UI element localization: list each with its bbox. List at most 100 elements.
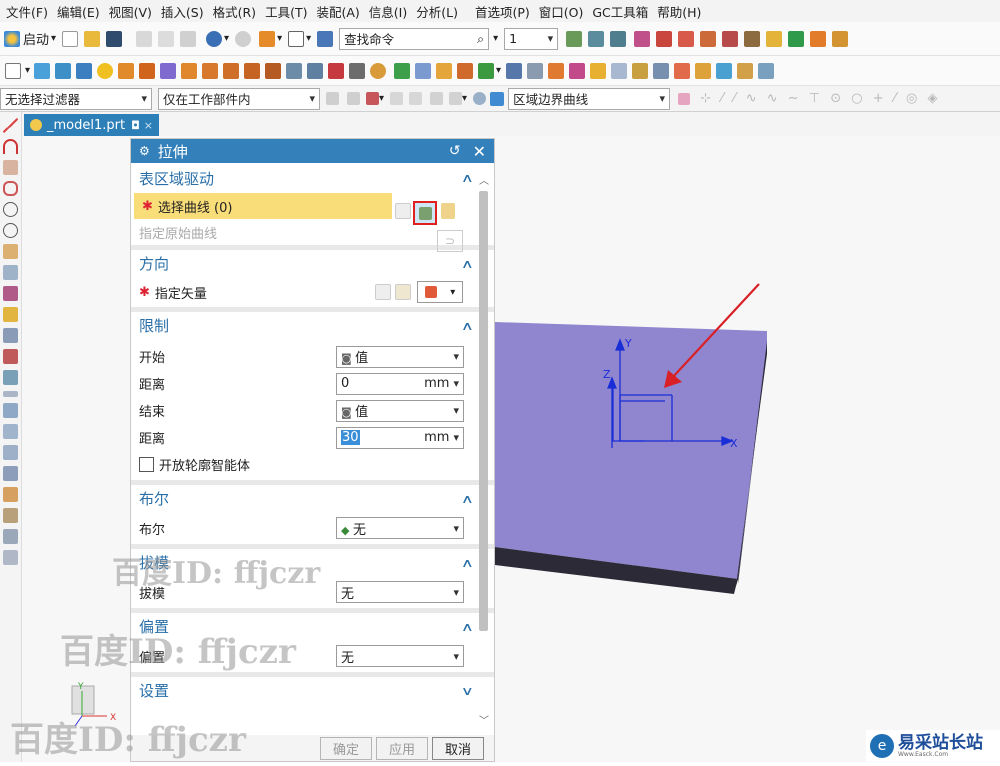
curve-icon-5[interactable] bbox=[722, 30, 739, 47]
thread-icon[interactable] bbox=[349, 62, 366, 79]
pattern-icon[interactable] bbox=[436, 62, 453, 79]
layers-icon[interactable] bbox=[832, 30, 849, 47]
new-file-icon[interactable] bbox=[62, 30, 79, 47]
section-settings-header[interactable]: 设置 ∨ bbox=[131, 672, 494, 704]
mesh-icon[interactable] bbox=[737, 62, 754, 79]
menu-insert[interactable]: 插入(S) bbox=[161, 2, 204, 21]
open-profile-checkbox[interactable] bbox=[139, 457, 154, 472]
fillet-curve-icon[interactable] bbox=[3, 181, 18, 196]
redo-icon[interactable] bbox=[235, 30, 252, 47]
boss-icon[interactable] bbox=[265, 62, 282, 79]
menu-preferences[interactable]: 首选项(P) bbox=[475, 2, 530, 21]
filter-icon-8[interactable] bbox=[473, 92, 487, 105]
block-top-face[interactable] bbox=[495, 322, 767, 579]
filter-icon-4[interactable] bbox=[390, 92, 404, 105]
filter-icon-6[interactable] bbox=[430, 92, 444, 105]
shell-icon[interactable] bbox=[370, 62, 387, 79]
cylinder-icon[interactable] bbox=[55, 62, 72, 79]
pen-icon[interactable] bbox=[744, 30, 761, 47]
arc-icon[interactable] bbox=[3, 139, 18, 154]
scroll-up-icon[interactable]: ︿ bbox=[479, 172, 489, 187]
boolean-select[interactable]: ◆ 无 bbox=[336, 517, 464, 539]
color-swatch-icon[interactable] bbox=[288, 30, 305, 47]
filter-icon-9[interactable] bbox=[490, 91, 505, 106]
extension-icon[interactable] bbox=[3, 529, 18, 544]
intersect-icon[interactable] bbox=[223, 62, 240, 79]
datum-icon[interactable] bbox=[478, 62, 495, 79]
filter-icon-2[interactable] bbox=[347, 92, 360, 105]
layer-number-select[interactable]: 1 bbox=[504, 27, 559, 50]
move-face-icon[interactable] bbox=[632, 62, 649, 79]
search-icon[interactable]: ⌕ bbox=[477, 31, 484, 47]
pocket-icon[interactable] bbox=[307, 62, 324, 79]
filter-icon-7[interactable] bbox=[449, 92, 463, 105]
cone-icon[interactable] bbox=[76, 62, 93, 79]
end-distance-input[interactable]: 30 mm bbox=[336, 426, 464, 449]
vector-row[interactable]: ✱ 指定矢量 ▾ bbox=[131, 277, 494, 307]
menu-edit[interactable]: 编辑(E) bbox=[57, 2, 100, 21]
ok-button[interactable]: 确定 bbox=[320, 736, 372, 760]
curve-icon-2[interactable] bbox=[656, 30, 673, 47]
vector-dialog-icon[interactable] bbox=[395, 284, 411, 300]
through-mesh-icon[interactable] bbox=[3, 445, 18, 460]
intersect-curve-icon[interactable] bbox=[3, 349, 18, 364]
tab-model1[interactable]: _model1.prt ◘ × bbox=[24, 114, 159, 136]
feature-icon-1[interactable] bbox=[566, 30, 583, 47]
swept-icon[interactable] bbox=[3, 466, 18, 481]
axis-curve-icon[interactable] bbox=[3, 244, 18, 259]
collapse-icon[interactable]: ∧ bbox=[461, 319, 474, 333]
select-cursor-icon[interactable] bbox=[317, 30, 334, 47]
circle-icon[interactable] bbox=[3, 223, 18, 238]
law-extension-icon[interactable] bbox=[3, 550, 18, 565]
sweep-icon[interactable] bbox=[758, 62, 775, 79]
cut-icon[interactable] bbox=[136, 30, 153, 47]
tab-close-icon[interactable]: × bbox=[144, 119, 153, 132]
styled-sweep-icon[interactable] bbox=[3, 508, 18, 523]
sketch-section-icon[interactable] bbox=[441, 203, 455, 219]
trim-body-icon[interactable] bbox=[527, 62, 544, 79]
tab-pin-icon[interactable]: ◘ bbox=[131, 119, 140, 132]
reverse-direction-icon[interactable] bbox=[375, 284, 391, 300]
menu-window[interactable]: 窗口(O) bbox=[539, 2, 584, 21]
play-icon[interactable] bbox=[788, 30, 805, 47]
snap-point-icons[interactable]: ⊹ ⁄ ⁄ ∿ ∿ ∼ ⊤ ⊙ ○ + ⁄ ◎ ◈ bbox=[700, 91, 940, 106]
start-dropdown-icon[interactable]: ▾ bbox=[51, 33, 56, 44]
extrude-icon[interactable] bbox=[118, 62, 135, 79]
offset-curve-icon[interactable] bbox=[3, 265, 18, 280]
chamfer-icon[interactable] bbox=[415, 62, 432, 79]
draft-select[interactable]: 无 bbox=[336, 581, 464, 603]
curve-icon-4[interactable] bbox=[700, 30, 717, 47]
n-sided-icon[interactable] bbox=[3, 487, 18, 502]
selection-scope-select[interactable]: 仅在工作部件内 bbox=[158, 87, 320, 110]
cancel-button[interactable]: 取消 bbox=[432, 736, 484, 760]
snap-icon[interactable] bbox=[678, 92, 691, 105]
project-curve-icon[interactable] bbox=[3, 286, 18, 301]
offset-select[interactable]: 无 bbox=[336, 645, 464, 667]
collapse-icon[interactable]: ∧ bbox=[461, 171, 474, 185]
mirror-icon[interactable] bbox=[457, 62, 474, 79]
save-icon[interactable] bbox=[106, 30, 123, 47]
select-curve-row[interactable]: ✱ 选择曲线 (0) bbox=[134, 193, 392, 219]
menu-file[interactable]: 文件(F) bbox=[6, 2, 48, 21]
isoparametric-icon[interactable] bbox=[3, 391, 18, 397]
curve-icon-1[interactable] bbox=[634, 30, 651, 47]
type-filter-select[interactable]: 无选择过滤器 bbox=[0, 87, 152, 110]
nx5-icon[interactable] bbox=[160, 62, 177, 79]
menu-info[interactable]: 信息(I) bbox=[369, 2, 407, 21]
pad-icon[interactable] bbox=[286, 62, 303, 79]
split-body-icon[interactable] bbox=[548, 62, 565, 79]
section-boolean-header[interactable]: 布尔 ∧ bbox=[131, 480, 494, 512]
expand-icon[interactable]: ∨ bbox=[461, 684, 474, 698]
filter-icon-1[interactable] bbox=[326, 92, 339, 105]
copy-icon[interactable] bbox=[158, 30, 175, 47]
unite-icon[interactable] bbox=[181, 62, 198, 79]
collapse-icon[interactable]: ∧ bbox=[461, 620, 474, 634]
menu-format[interactable]: 格式(R) bbox=[213, 2, 256, 21]
palette-icon[interactable] bbox=[810, 30, 827, 47]
menu-assembly[interactable]: 装配(A) bbox=[316, 2, 359, 21]
block-icon[interactable] bbox=[34, 62, 51, 79]
apply-button[interactable]: 应用 bbox=[376, 736, 428, 760]
surface-icon[interactable] bbox=[716, 62, 733, 79]
section-region-header[interactable]: 表区域驱动 ∧ bbox=[131, 163, 494, 193]
edge-blend-icon[interactable] bbox=[394, 62, 411, 79]
